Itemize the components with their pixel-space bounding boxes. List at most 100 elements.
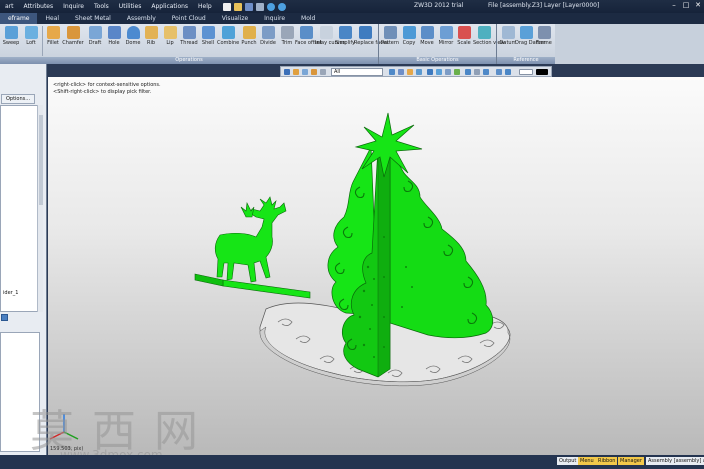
pick-icon[interactable] <box>293 69 299 75</box>
divide-icon <box>261 26 275 39</box>
color-swatch-black[interactable] <box>536 69 548 75</box>
redo-icon[interactable] <box>277 2 286 11</box>
move-icon <box>420 26 434 39</box>
reference-group: Datum Drag Datum Frame Reference <box>497 24 555 64</box>
draft-icon <box>88 26 102 39</box>
chamfer-icon <box>66 26 80 39</box>
window-controls: – □ ✕ <box>668 0 704 11</box>
tab-sheet-metal[interactable]: Sheet Metal <box>67 13 119 24</box>
display-icon[interactable] <box>454 69 460 75</box>
layer-icon[interactable] <box>416 69 422 75</box>
tab-point-cloud[interactable]: Point Cloud <box>164 13 214 24</box>
menu-inquire[interactable]: Inquire <box>58 3 89 10</box>
maximize-icon[interactable]: □ <box>680 0 692 11</box>
close-icon[interactable]: ✕ <box>692 0 704 11</box>
options-button[interactable]: Options... <box>1 94 35 104</box>
section-view-button[interactable]: Section view <box>473 26 505 56</box>
tab-heal[interactable]: Heal <box>37 13 67 24</box>
new-file-icon[interactable] <box>222 2 231 11</box>
select-icon[interactable] <box>284 69 290 75</box>
combine-button[interactable]: Combine <box>217 26 239 56</box>
color-icon[interactable] <box>505 69 511 75</box>
shade-icon[interactable] <box>389 69 395 75</box>
tab-mold[interactable]: Mold <box>293 13 323 24</box>
fillet-icon <box>46 26 60 39</box>
zoom-icon[interactable] <box>427 69 433 75</box>
thread-icon <box>182 26 196 39</box>
ribbon-tabs: eframe Heal Sheet Metal Assembly Point C… <box>0 13 704 24</box>
tab-eframe[interactable]: eframe <box>0 13 38 24</box>
view-icon[interactable] <box>302 69 308 75</box>
loft-icon <box>24 26 38 39</box>
simplify-button[interactable]: Simplify <box>334 26 356 56</box>
settings-icon[interactable] <box>320 69 326 75</box>
rotate-icon[interactable] <box>445 69 451 75</box>
tab-inquire[interactable]: Inquire <box>256 13 293 24</box>
rib-icon <box>144 26 158 39</box>
reindeer <box>214 196 287 283</box>
tab-manager[interactable]: Manager <box>618 457 644 465</box>
wireframe-icon[interactable] <box>398 69 404 75</box>
dome-icon <box>126 26 140 39</box>
menu-help[interactable]: Help <box>193 3 217 10</box>
menu-attributes[interactable]: Attributes <box>19 3 59 10</box>
replace-faces-icon <box>358 26 372 39</box>
window-title: ZW3D 2012 trial <box>414 2 464 9</box>
tab-output[interactable]: Output <box>557 457 579 465</box>
sweep-button[interactable]: Sweep <box>0 26 22 56</box>
pattern-icon <box>383 26 397 39</box>
quick-access-toolbar <box>222 2 286 11</box>
file-layer-info: File [assembly.Z3] Layer [Layer0000] <box>488 2 600 9</box>
simplify-icon <box>338 26 352 39</box>
fillet-button[interactable]: Fillet <box>42 26 64 56</box>
tree-item-label[interactable]: ider_1 <box>3 290 18 296</box>
history-tree[interactable] <box>0 105 40 312</box>
chamfer-button[interactable]: Chamfer <box>62 26 84 56</box>
punch-icon <box>242 26 256 39</box>
menu-applications[interactable]: Applications <box>146 3 193 10</box>
scale-icon <box>457 26 471 39</box>
frame-button[interactable]: Frame <box>533 26 555 56</box>
render-icon[interactable] <box>407 69 413 75</box>
lip-icon <box>163 26 177 39</box>
drag-datum-icon <box>519 26 533 39</box>
tab-assembly[interactable]: Assembly <box>119 13 164 24</box>
view-iso-icon[interactable] <box>483 69 489 75</box>
basic-operations-group-label: Basic Operations <box>379 57 496 64</box>
pan-icon[interactable] <box>436 69 442 75</box>
open-file-icon[interactable] <box>233 2 242 11</box>
pick-filter-toolbar: All <box>280 66 552 77</box>
tree-scrollbar[interactable] <box>37 105 43 312</box>
color-swatch-white[interactable] <box>519 69 533 75</box>
undo-icon[interactable] <box>266 2 275 11</box>
operations-group-label: Operations <box>0 57 378 64</box>
shell-icon <box>201 26 215 39</box>
title-bar: art Attributes Inquire Tools Utilities A… <box>0 0 704 13</box>
tab-ribbon[interactable]: Ribbon <box>596 457 618 465</box>
tab-menu[interactable]: Menu <box>578 457 596 465</box>
shell-button[interactable]: Shell <box>197 26 219 56</box>
replace-faces-button[interactable]: Replace faces <box>354 26 389 56</box>
save-icon[interactable] <box>244 2 253 11</box>
style-icon[interactable] <box>496 69 502 75</box>
scale-button[interactable]: Scale <box>453 26 475 56</box>
operations-group: Sweep Loft Fillet Chamfer Draft Hole Dom… <box>0 24 389 64</box>
coordinate-readout: 159.503, pix) <box>50 446 84 452</box>
filter-select[interactable]: All <box>331 68 383 76</box>
print-icon[interactable] <box>255 2 264 11</box>
menu-tools[interactable]: Tools <box>89 3 114 10</box>
view-top-icon[interactable] <box>474 69 480 75</box>
scroll-thumb[interactable] <box>39 115 43 205</box>
section-view-icon <box>477 26 491 39</box>
face-offset-button[interactable]: Face offset <box>295 26 322 56</box>
menu-utilities[interactable]: Utilities <box>114 3 147 10</box>
view-front-icon[interactable] <box>465 69 471 75</box>
datum-icon <box>501 26 515 39</box>
loft-button[interactable]: Loft <box>20 26 42 56</box>
tab-visualize[interactable]: Visualize <box>214 13 256 24</box>
face-offset-icon <box>299 26 313 39</box>
filter-icon[interactable] <box>311 69 317 75</box>
menu-art[interactable]: art <box>0 3 19 10</box>
panel-icon[interactable] <box>1 314 8 321</box>
minimize-icon[interactable]: – <box>668 0 680 11</box>
